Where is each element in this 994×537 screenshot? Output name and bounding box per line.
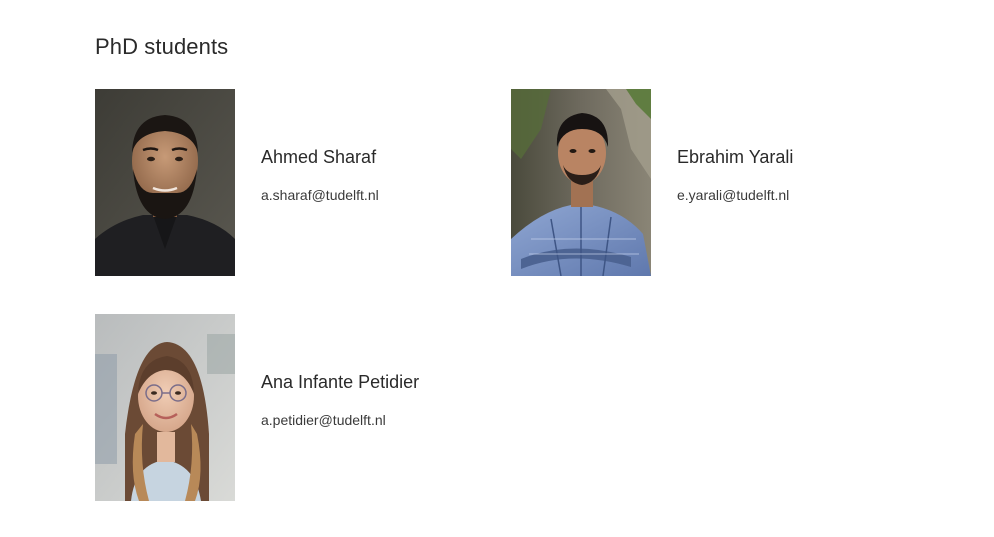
person-photo bbox=[511, 89, 651, 276]
person-photo bbox=[95, 314, 235, 501]
person-name-link[interactable]: Ahmed Sharaf bbox=[261, 146, 431, 169]
person-email-link[interactable]: e.yarali@tudelft.nl bbox=[677, 187, 847, 203]
person-name-link[interactable]: Ana Infante Petidier bbox=[261, 371, 431, 394]
person-info: Ahmed Sharaf a.sharaf@tudelft.nl bbox=[261, 146, 431, 203]
person-info: Ana Infante Petidier a.petidier@tudelft.… bbox=[261, 371, 431, 428]
person-photo bbox=[95, 89, 235, 276]
person-email-link[interactable]: a.petidier@tudelft.nl bbox=[261, 412, 431, 428]
person-info: Ebrahim Yarali e.yarali@tudelft.nl bbox=[677, 146, 847, 203]
people-page: PhD students Ahmed Sharaf a.sharaf@tudel… bbox=[0, 0, 994, 537]
person-card: Ebrahim Yarali e.yarali@tudelft.nl bbox=[511, 89, 851, 279]
person-email-link[interactable]: a.sharaf@tudelft.nl bbox=[261, 187, 431, 203]
person-name-link[interactable]: Ebrahim Yarali bbox=[677, 146, 847, 169]
section-title: PhD students bbox=[95, 34, 229, 59]
person-card: Ana Infante Petidier a.petidier@tudelft.… bbox=[95, 314, 435, 504]
person-card: Ahmed Sharaf a.sharaf@tudelft.nl bbox=[95, 89, 435, 279]
